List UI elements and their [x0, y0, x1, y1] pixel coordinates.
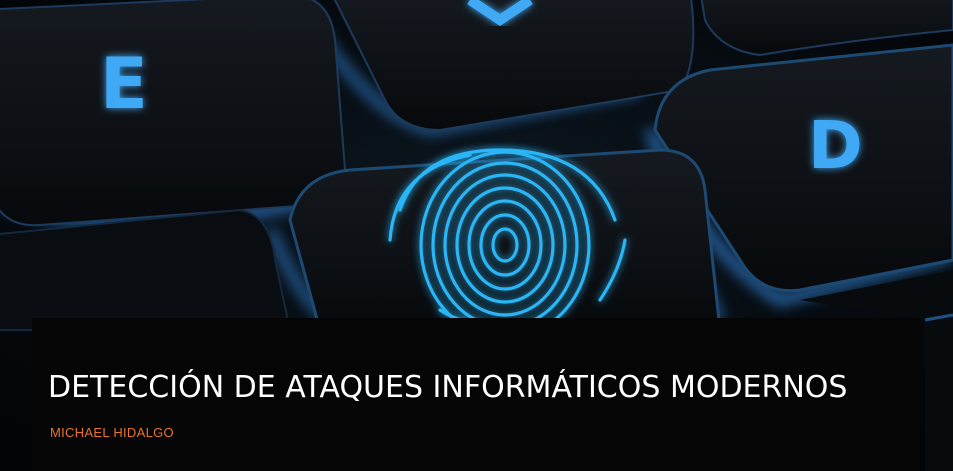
slide-title: DETECCIÓN DE ATAQUES INFORMÁTICOS MODERN… — [48, 370, 848, 405]
svg-text:E: E — [100, 43, 148, 125]
keyboard-key-e: E — [0, 0, 347, 227]
svg-text:D: D — [808, 107, 863, 184]
author-name: MICHAEL HIDALGO — [50, 425, 174, 440]
title-bar: DETECCIÓN DE ATAQUES INFORMÁTICOS MODERN… — [32, 318, 920, 471]
